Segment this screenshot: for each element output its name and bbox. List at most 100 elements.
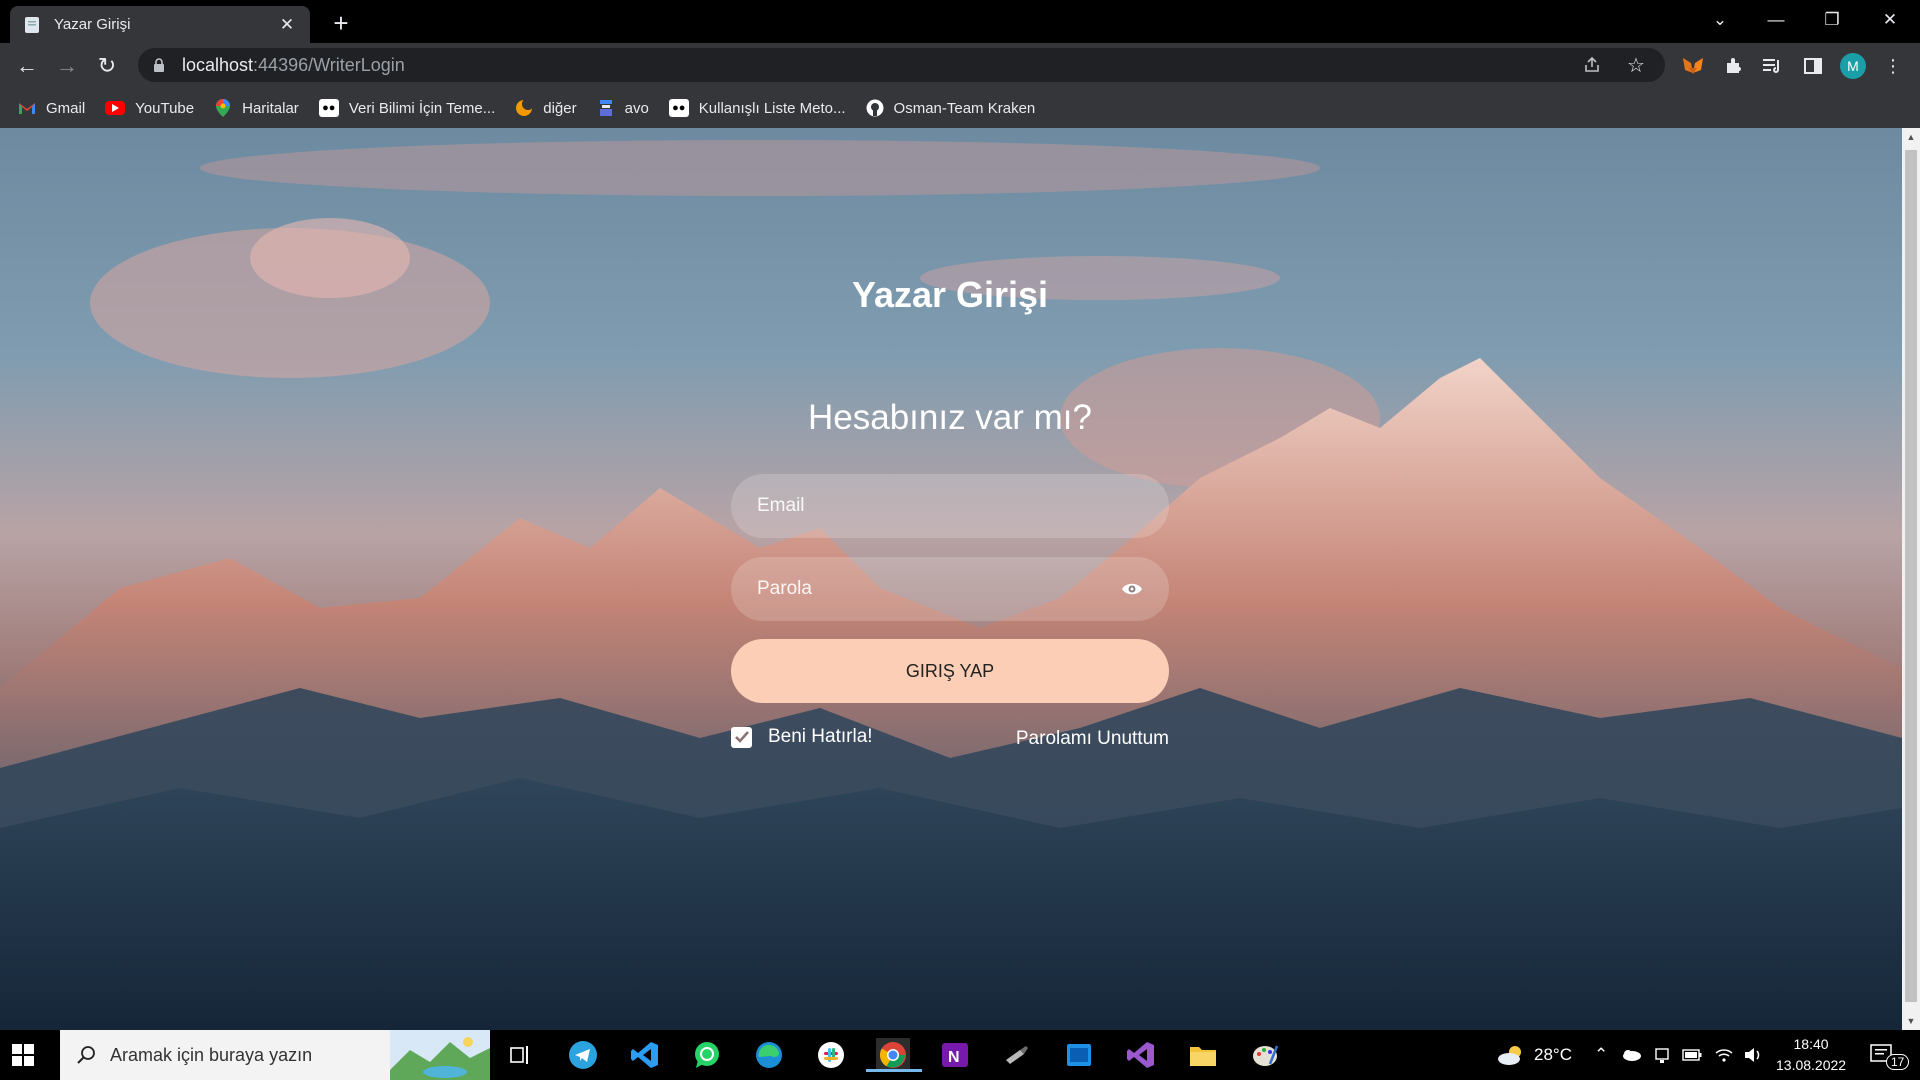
lock-icon [154,58,164,72]
store-app-icon[interactable] [1062,1038,1096,1072]
bookmark-label: diğer [543,99,577,117]
paint-icon[interactable] [1248,1038,1282,1072]
notification-badge: 17 [1886,1054,1910,1070]
profile-avatar[interactable]: M [1840,53,1866,79]
menu-kebab-icon[interactable]: ⋮ [1880,53,1906,79]
clock-time: 18:40 [1793,1036,1829,1052]
weather-widget[interactable]: 28°C [1496,1030,1572,1080]
bookmark-label: avo [624,99,649,117]
password-field-wrapper [731,557,1169,621]
notifications-icon[interactable]: 17 [1870,1030,1910,1080]
gmail-icon [18,99,36,117]
whatsapp-icon[interactable] [690,1038,724,1072]
restore-button[interactable]: ❐ [1804,0,1860,40]
maps-icon [214,99,232,117]
bookmark-label: YouTube [135,99,195,117]
edge-icon[interactable] [752,1038,786,1072]
chrome-icon[interactable] [866,1038,922,1072]
windows-start-icon[interactable] [12,1044,34,1066]
minimize-button[interactable]: — [1748,0,1804,40]
scroll-up-icon[interactable]: ▲ [1906,132,1916,142]
bookmark-diger[interactable]: diğer [515,99,577,117]
remember-me[interactable]: Beni Hatırla! [731,726,873,748]
avo-icon [597,99,615,117]
cloud-sun-icon [1498,1046,1521,1065]
bookmark-maps[interactable]: Haritalar [214,99,299,117]
device-icon[interactable] [1654,1030,1670,1080]
bookmark-label: Osman-Team Kraken [893,99,1036,117]
search-icon [77,1046,95,1064]
bookmark-kullanisli-liste[interactable]: ●● Kullanışlı Liste Meto... [668,99,846,117]
active-indicator [866,1069,922,1072]
bookmark-label: Haritalar [242,99,299,117]
onenote-icon[interactable]: N [938,1038,972,1072]
email-field[interactable] [757,495,1143,517]
tab-search-icon[interactable]: ⌄ [1692,0,1748,40]
login-button[interactable]: GIRIŞ YAP [731,639,1169,703]
clock-date: 13.08.2022 [1776,1057,1847,1073]
remember-label: Beni Hatırla! [768,726,873,747]
visual-studio-icon[interactable] [1124,1038,1158,1072]
windows-taskbar: Aramak için buraya yazın N 28°C ⌃ 18:40 … [0,1030,1920,1080]
password-field[interactable] [757,578,1121,600]
url-path: :44396/WriterLogin [253,54,405,75]
tab-strip: Yazar Girişi ✕ + ⌄ — ❐ ✕ [0,0,1920,43]
battery-icon[interactable] [1682,1030,1702,1080]
reload-button[interactable]: ↻ [92,51,122,81]
scrollbar-thumb[interactable] [1905,150,1917,1002]
vscode-icon[interactable] [628,1038,662,1072]
remember-checkbox[interactable] [731,726,752,748]
new-tab-button[interactable]: + [326,8,356,38]
bookmark-veri-bilimi[interactable]: ●● Veri Bilimi İçin Teme... [318,99,495,117]
page-title: Yazar Girişi [851,274,1049,315]
search-placeholder: Aramak için buraya yazın [110,1044,313,1065]
bookmark-star-icon[interactable]: ☆ [1625,54,1647,77]
show-password-icon[interactable] [1121,581,1143,597]
bookmark-label: Gmail [46,99,86,117]
browser-toolbar: ← → ↻ localhost:44396/WriterLogin ☆ M ⋮ [0,43,1920,88]
media-queue-icon[interactable] [1760,53,1786,79]
medium-icon: ●● [318,99,339,117]
bookmark-osman-team[interactable]: Osman-Team Kraken [866,99,1036,117]
onedrive-cloud-icon[interactable] [1620,1030,1642,1080]
show-hidden-icons-icon[interactable]: ⌃ [1594,1030,1608,1080]
bookmark-avo[interactable]: avo [597,99,649,117]
extensions-icon[interactable] [1720,53,1746,79]
close-tab-icon[interactable]: ✕ [276,15,298,35]
bookmark-gmail[interactable]: Gmail [18,99,85,117]
taskbar-search[interactable]: Aramak için buraya yazın [60,1030,490,1080]
back-button[interactable]: ← [12,51,42,81]
wifi-icon[interactable] [1714,1030,1734,1080]
volume-icon[interactable] [1744,1030,1764,1080]
svg-text:N: N [948,1049,960,1066]
tab-title: Yazar Girişi [54,16,131,33]
address-bar[interactable]: localhost:44396/WriterLogin ☆ [138,48,1665,82]
page-scrollbar[interactable]: ▲ ▼ [1902,128,1920,1030]
bookmarks-bar: Gmail YouTube Haritalar ●● Veri Bilimi İ… [0,88,1920,128]
github-icon [866,99,884,117]
task-view-icon[interactable] [504,1038,538,1072]
metamask-icon[interactable] [1680,53,1706,79]
weather-temp: 28°C [1534,1045,1572,1064]
slack-icon[interactable] [814,1038,848,1072]
bookmark-youtube[interactable]: YouTube [105,100,194,117]
page-viewport: Yazar Girişi Hesabınız var mı? GIRIŞ YAP… [0,128,1902,1030]
scroll-down-icon[interactable]: ▼ [1906,1016,1916,1026]
close-window-button[interactable]: ✕ [1862,0,1918,40]
taskbar-clock[interactable]: 18:40 13.08.2022 [1776,1034,1846,1076]
forward-button[interactable]: → [52,51,82,81]
moon-icon [515,99,534,117]
telegram-icon[interactable] [566,1038,600,1072]
pen-tool-icon[interactable] [1000,1038,1034,1072]
side-panel-icon[interactable] [1800,53,1826,79]
email-field-wrapper [731,474,1169,538]
file-explorer-icon[interactable] [1186,1038,1220,1072]
share-icon[interactable] [1581,54,1603,76]
login-subtitle: Hesabınız var mı? [808,398,1092,437]
forgot-password-link[interactable]: Parolamı Unuttum [1016,728,1169,750]
bookmark-label: Kullanışlı Liste Meto... [698,99,846,117]
browser-tab[interactable]: Yazar Girişi ✕ [10,6,310,43]
search-highlight-illustration [390,1030,490,1080]
page-icon [25,16,39,33]
youtube-icon [105,101,126,115]
